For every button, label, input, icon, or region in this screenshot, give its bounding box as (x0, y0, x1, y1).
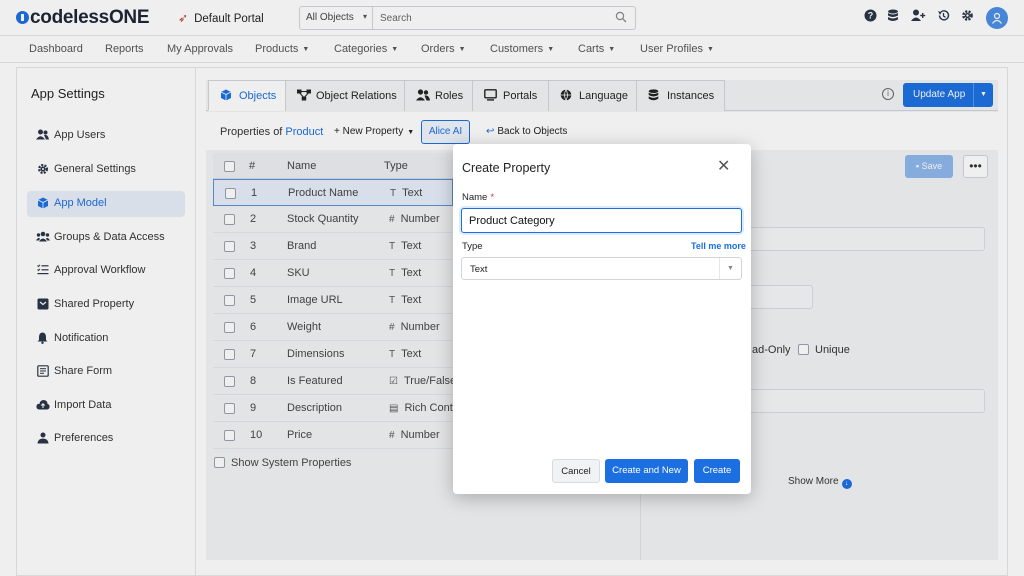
name-field-label: Name * (462, 192, 494, 203)
close-icon[interactable]: ✕ (717, 159, 730, 175)
required-mark: * (490, 192, 495, 203)
create-button[interactable]: Create (694, 459, 740, 483)
dialog-title: Create Property (462, 161, 551, 175)
property-type-select[interactable]: Text ▼ (461, 257, 742, 280)
property-name-input[interactable] (461, 208, 742, 233)
create-and-new-button[interactable]: Create and New (605, 459, 688, 483)
chevron-down-icon: ▼ (719, 258, 741, 279)
cancel-button[interactable]: Cancel (552, 459, 600, 483)
name-label-text: Name (462, 192, 488, 203)
create-property-dialog: Create Property ✕ Name* Type Tell me mor… (453, 144, 751, 494)
type-field-label: Type (462, 241, 483, 252)
type-select-value: Text (470, 264, 488, 275)
tell-me-more-link[interactable]: Tell me more (691, 241, 746, 251)
